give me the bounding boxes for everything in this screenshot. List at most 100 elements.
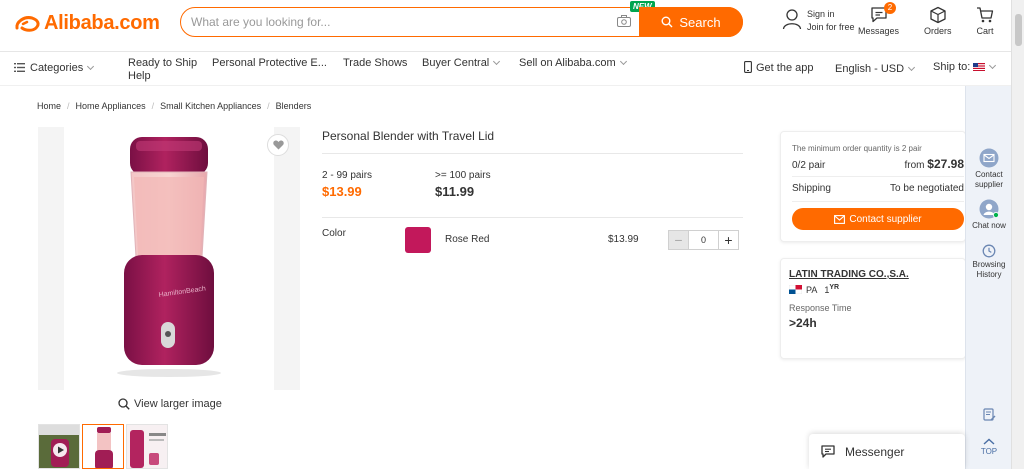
- get-app-link[interactable]: Get the app: [744, 61, 814, 74]
- zoom-icon: [118, 398, 130, 410]
- header: Alibaba.com NEW Search: [0, 0, 1011, 52]
- chevron-down-icon: [989, 61, 997, 70]
- order-summary-card: The minimum order quantity is 2 pair 0/2…: [780, 131, 966, 242]
- color-label: Color: [322, 228, 346, 239]
- main-nav: Categories Ready to Ship Help Personal P…: [0, 52, 1011, 86]
- from-price: $27.98: [927, 157, 964, 171]
- search-button[interactable]: Search: [639, 7, 743, 37]
- quantity-stepper: − 0 +: [668, 230, 739, 250]
- feedback-icon: [982, 408, 995, 421]
- breadcrumb-small-kitchen[interactable]: Small Kitchen Appliances: [160, 101, 261, 111]
- breadcrumb: Home / Home Appliances / Small Kitchen A…: [37, 101, 312, 111]
- product-title: Personal Blender with Travel Lid: [322, 129, 495, 143]
- response-time-label: Response Time: [789, 303, 852, 313]
- color-swatch-rose-red[interactable]: [405, 227, 431, 253]
- chevron-down-icon: [493, 57, 501, 66]
- rail-chat-now[interactable]: Chat now: [966, 199, 1012, 231]
- cart-icon: [977, 7, 994, 23]
- clock-icon: [982, 244, 996, 258]
- categories-menu[interactable]: Categories: [14, 62, 95, 74]
- rail-browsing-history[interactable]: Browsing History: [966, 244, 1012, 280]
- orders-button[interactable]: Orders: [924, 6, 952, 36]
- scrollbar-thumb[interactable]: [1015, 14, 1022, 46]
- chat-bubble-icon: [821, 445, 835, 458]
- chevron-down-icon: [619, 57, 627, 66]
- phone-icon: [744, 61, 752, 73]
- language-selector[interactable]: English - USD: [835, 63, 916, 75]
- tier-range: >= 100 pairs: [435, 170, 491, 181]
- right-rail: Contact supplier Chat now Browsing Histo…: [965, 86, 1011, 469]
- alibaba-logo[interactable]: Alibaba.com: [14, 10, 160, 36]
- messages-button[interactable]: 2 Messages: [858, 2, 900, 36]
- messages-badge: 2: [884, 2, 896, 14]
- ship-to-selector[interactable]: Ship to:: [933, 61, 997, 73]
- messenger-widget[interactable]: Messenger: [809, 434, 965, 469]
- price-tier-2: >= 100 pairs $11.99: [435, 170, 491, 199]
- rail-contact-supplier[interactable]: Contact supplier: [966, 148, 1012, 190]
- us-flag-icon: [973, 63, 986, 71]
- sign-in-area[interactable]: Sign in Join for free: [782, 8, 855, 34]
- rail-feedback[interactable]: [966, 408, 1012, 423]
- sign-in-link[interactable]: Sign in: [807, 8, 855, 21]
- rail-top-button[interactable]: TOP: [966, 438, 1012, 457]
- nav-item-trade-shows[interactable]: Trade Shows: [343, 57, 407, 69]
- ship-to-label: Ship to:: [933, 61, 971, 73]
- decrease-button[interactable]: −: [668, 230, 689, 250]
- thumbnail-1[interactable]: [82, 424, 124, 469]
- supplier-name-link[interactable]: LATIN TRADING CO.,S.A.: [789, 269, 909, 280]
- user-icon: [782, 9, 802, 30]
- messenger-label: Messenger: [845, 444, 905, 459]
- tier-price: $11.99: [435, 184, 475, 199]
- search-button-label: Search: [679, 14, 721, 30]
- nav-item-buyer-central[interactable]: Buyer Central: [422, 57, 501, 69]
- mail-icon: [834, 214, 846, 224]
- order-progress-row: 0/2 pair from $27.98: [792, 157, 964, 171]
- heart-icon: [272, 140, 284, 150]
- nav-item-sell[interactable]: Sell on Alibaba.com: [519, 57, 627, 69]
- sell-label: Sell on Alibaba.com: [519, 57, 616, 69]
- favorite-button[interactable]: [267, 134, 289, 156]
- nav-item-help[interactable]: Help: [128, 70, 151, 82]
- categories-label: Categories: [30, 62, 84, 74]
- join-free-link[interactable]: Join for free: [807, 21, 855, 34]
- divider: [322, 217, 743, 218]
- get-app-label: Get the app: [756, 62, 814, 74]
- supplier-meta: PA 1YR: [789, 284, 839, 295]
- breadcrumb-blenders[interactable]: Blenders: [276, 101, 312, 111]
- view-larger-label: View larger image: [134, 398, 222, 410]
- min-order-note: The minimum order quantity is 2 pair: [792, 144, 922, 153]
- supplier-years: 1YR: [824, 284, 840, 295]
- scrollbar[interactable]: [1011, 0, 1024, 469]
- nav-item-ppe[interactable]: Personal Protective E...: [212, 57, 327, 69]
- supplier-card: LATIN TRADING CO.,S.A. PA 1YR Response T…: [780, 258, 966, 359]
- rail-top-label: TOP: [980, 447, 998, 456]
- view-larger-image-link[interactable]: View larger image: [118, 398, 222, 410]
- mail-icon: [979, 148, 999, 168]
- main-product-image[interactable]: HamiltonBeach: [38, 127, 300, 390]
- color-price: $13.99: [608, 234, 639, 245]
- chevron-down-icon: [87, 62, 95, 71]
- buyer-central-label: Buyer Central: [422, 57, 490, 69]
- contact-supplier-button[interactable]: Contact supplier: [792, 208, 964, 230]
- increase-button[interactable]: +: [718, 230, 739, 250]
- chevron-up-icon: [983, 438, 995, 445]
- search-icon: [661, 16, 673, 28]
- thumbnail-2[interactable]: [126, 424, 168, 469]
- contact-supplier-label: Contact supplier: [849, 213, 922, 225]
- language-label: English - USD: [835, 63, 905, 75]
- shipping-label: Shipping: [792, 183, 831, 194]
- cart-label: Cart: [976, 26, 994, 36]
- search-input[interactable]: [191, 13, 611, 31]
- messages-label: Messages: [858, 26, 900, 36]
- tier-range: 2 - 99 pairs: [322, 170, 373, 181]
- breadcrumb-home[interactable]: Home: [37, 101, 61, 111]
- quantity-input[interactable]: 0: [689, 230, 718, 250]
- camera-icon[interactable]: [617, 15, 631, 27]
- thumbnail-video[interactable]: [38, 424, 80, 469]
- nav-item-ready-to-ship[interactable]: Ready to Ship: [128, 57, 197, 69]
- breadcrumb-home-appliances[interactable]: Home Appliances: [76, 101, 146, 111]
- blender-image: HamiltonBeach: [117, 137, 221, 377]
- shipping-value: To be negotiated: [890, 183, 964, 194]
- price-tier-1: 2 - 99 pairs $13.99: [322, 170, 372, 199]
- cart-button[interactable]: Cart: [976, 6, 994, 36]
